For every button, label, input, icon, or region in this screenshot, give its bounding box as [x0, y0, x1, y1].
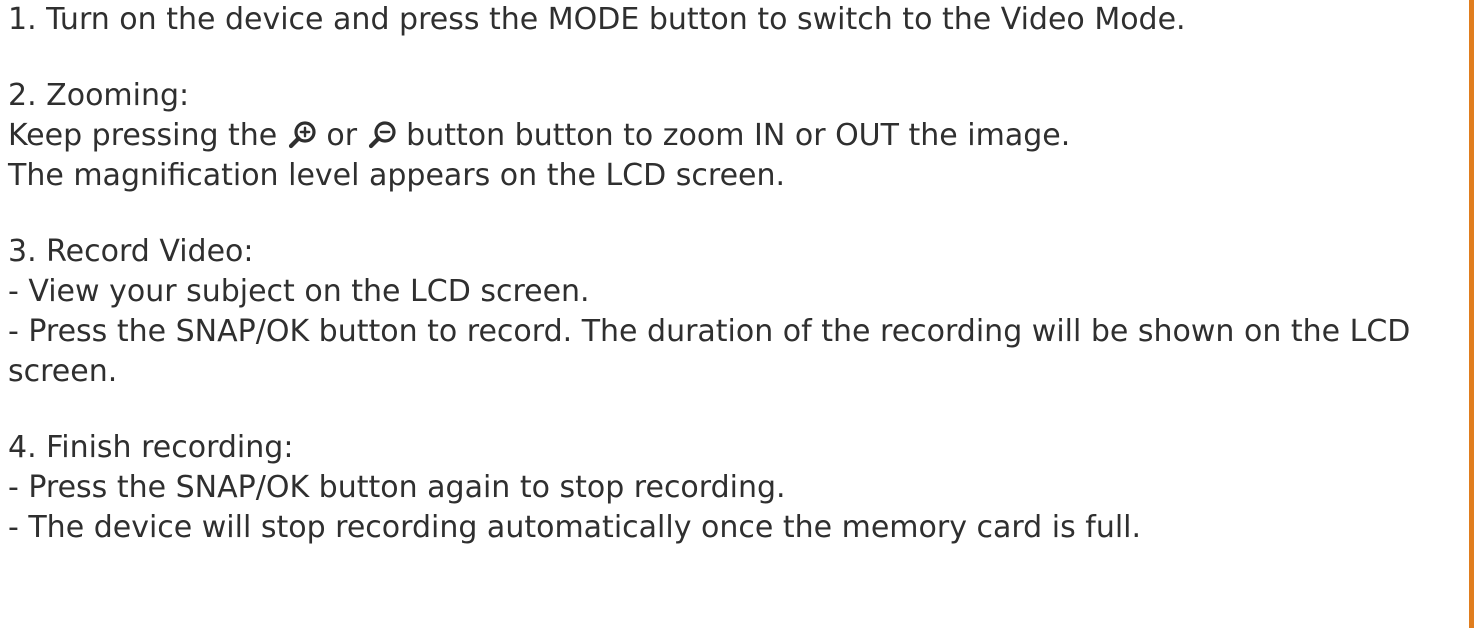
step-1-text: 1. Turn on the device and press the MODE… [8, 2, 1186, 37]
manual-page: 1. Turn on the device and press the MODE… [0, 0, 1474, 628]
step-2-heading: 2. Zooming: [8, 78, 190, 113]
zoom-instruction-or: or [326, 118, 358, 153]
step-2-zoom-instruction: Keep pressing the or button button to zo… [8, 116, 1463, 156]
zoom-out-icon [367, 120, 397, 150]
zoom-instruction-suffix: button button to zoom IN or OUT the imag… [406, 118, 1071, 153]
step-2-magnification-note: The magnification level appears on the L… [8, 158, 786, 193]
step-4-bullet-stop: - Press the SNAP/OK button again to stop… [8, 470, 786, 505]
zoom-in-icon [287, 120, 317, 150]
page-edge-accent-bar [1469, 0, 1474, 628]
step-4-bullet-auto-stop: - The device will stop recording automat… [8, 510, 1142, 545]
step-3-bullet-view-subject: - View your subject on the LCD screen. [8, 274, 590, 309]
zoom-instruction-prefix: Keep pressing the [8, 118, 278, 153]
step-4-heading: 4. Finish recording: [8, 430, 294, 465]
step-3-heading: 3. Record Video: [8, 234, 254, 269]
instructions-text: 1. Turn on the device and press the MODE… [8, 0, 1463, 548]
step-3-bullet-record: - Press the SNAP/OK button to record. Th… [8, 314, 1411, 389]
